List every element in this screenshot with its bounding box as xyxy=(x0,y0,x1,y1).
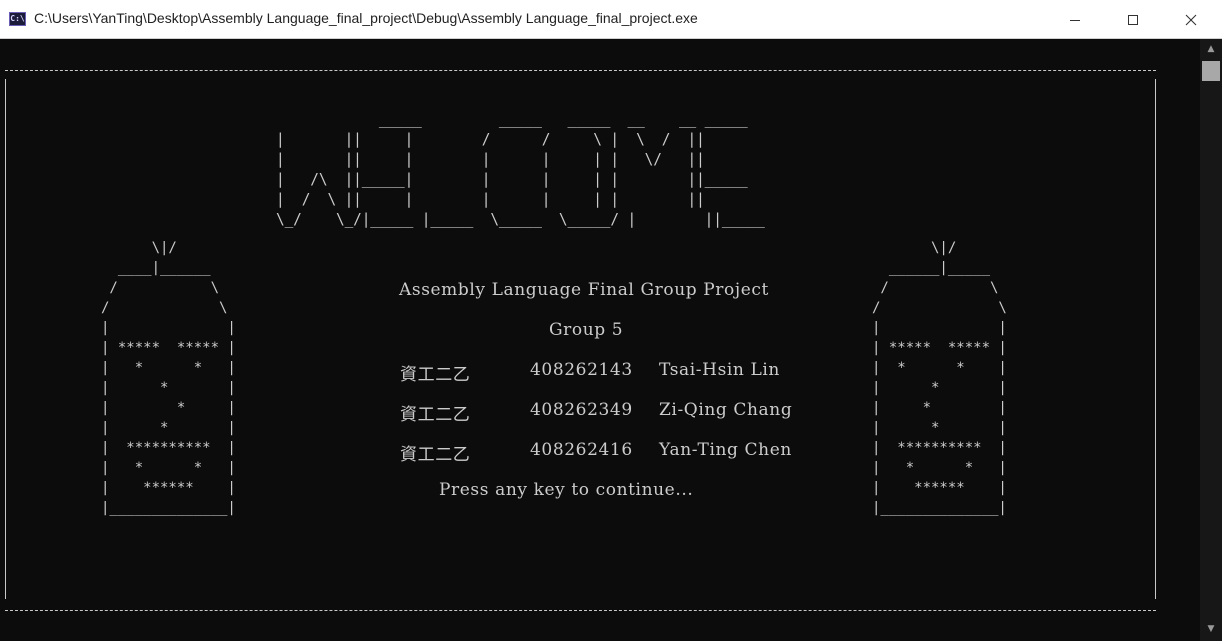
member-class: 資工二乙 xyxy=(400,405,471,425)
group-label: Group 5 xyxy=(549,320,624,340)
member-class: 資工二乙 xyxy=(400,445,471,465)
maximize-icon xyxy=(1128,14,1138,25)
left-jar-ascii-art: \|/ ____|______ / \ / \ | | | ***** ****… xyxy=(101,240,236,516)
right-border xyxy=(1155,79,1156,599)
minimize-button[interactable] xyxy=(1046,0,1104,39)
scroll-down-icon[interactable]: ▼ xyxy=(1205,623,1217,635)
close-button[interactable] xyxy=(1162,0,1220,39)
top-dashed-border xyxy=(5,70,1156,71)
console-app-icon: C:\ xyxy=(9,12,26,26)
project-title: Assembly Language Final Group Project xyxy=(399,280,769,300)
maximize-button[interactable] xyxy=(1104,0,1162,39)
scroll-thumb[interactable] xyxy=(1202,61,1220,81)
continue-prompt: Press any key to continue... xyxy=(439,480,694,500)
member-class: 資工二乙 xyxy=(400,365,471,385)
window-titlebar[interactable]: C:\ C:\Users\YanTing\Desktop\Assembly La… xyxy=(0,0,1222,39)
member-id: 408262143 xyxy=(530,360,633,380)
window-title: C:\Users\YanTing\Desktop\Assembly Langua… xyxy=(34,10,698,26)
bottom-dashed-border xyxy=(5,610,1156,611)
console-output[interactable]: _____ _____ _____ __ __ _____ | || | / /… xyxy=(0,39,1200,641)
member-name: Zi-Qing Chang xyxy=(659,400,793,420)
scroll-up-icon[interactable]: ▲ xyxy=(1205,43,1217,55)
close-icon xyxy=(1185,14,1197,25)
member-id: 408262416 xyxy=(530,440,633,460)
member-name: Yan-Ting Chen xyxy=(659,440,792,460)
welcome-ascii-art: _____ _____ _____ __ __ _____ | || | / /… xyxy=(276,110,765,228)
member-id: 408262349 xyxy=(530,400,633,420)
right-jar-ascii-art: \|/ ______|_____ / \ / \ | | | ***** ***… xyxy=(872,240,1007,516)
left-border xyxy=(5,79,6,599)
member-name: Tsai-Hsin Lin xyxy=(659,360,780,380)
vertical-scrollbar[interactable]: ▲ ▼ xyxy=(1200,39,1222,641)
minimize-icon xyxy=(1070,19,1080,21)
